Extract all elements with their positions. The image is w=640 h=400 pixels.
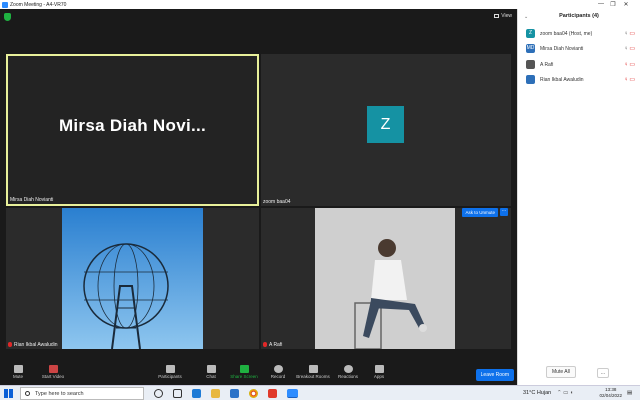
video-tile-mirsa[interactable]: Mirsa Diah Novi... Mirsa Diah Novianti xyxy=(6,54,259,206)
mic-video-status: ♀▭ xyxy=(624,61,636,68)
video-tile-zoom-baa04[interactable]: Z zoom baa04 xyxy=(261,54,511,206)
apps-button[interactable]: Apps xyxy=(359,365,399,379)
video-stage: View Mirsa Diah Novi... Mirsa Diah Novia… xyxy=(0,9,517,363)
panel-more-button[interactable]: ... xyxy=(596,368,609,378)
tile-display-name: Mirsa Diah Novi... xyxy=(58,116,207,135)
record-icon xyxy=(273,365,283,373)
muted-mic-icon xyxy=(263,342,267,347)
title-bar: Zoom Meeting - A4-VR70 — ❐ ✕ xyxy=(0,0,640,9)
record-button[interactable]: Record xyxy=(258,365,298,379)
view-button[interactable]: View xyxy=(494,13,512,19)
breakout-rooms-button[interactable]: Breakout Rooms xyxy=(293,365,333,379)
mic-video-status: ♀▭ xyxy=(624,76,636,83)
file-explorer-icon[interactable] xyxy=(211,389,220,398)
avatar: Z xyxy=(526,29,535,38)
video-off-icon: ▭ xyxy=(629,31,636,37)
minimize-button[interactable]: — xyxy=(596,1,606,7)
windows-start-icon[interactable] xyxy=(4,389,13,398)
avatar xyxy=(526,75,535,84)
clock[interactable]: 13:38 02/04/2022 xyxy=(599,387,622,399)
apps-icon xyxy=(374,365,384,373)
weather-status[interactable]: 31°C Hujan xyxy=(523,390,551,396)
notifications-icon[interactable]: ▤ xyxy=(627,390,632,396)
participants-panel: ⌄ Participants (4) Z zoom baa04 (Host, m… xyxy=(517,9,640,385)
zoom-taskbar-icon[interactable] xyxy=(287,389,298,398)
edge-icon[interactable] xyxy=(192,389,201,398)
close-button[interactable]: ✕ xyxy=(621,1,631,8)
leave-room-button[interactable]: Leave Room xyxy=(475,369,514,381)
chrome-icon[interactable] xyxy=(249,389,258,398)
video-feed-person xyxy=(315,208,455,349)
windows-taskbar: Type here to search 31°C Hujan ⌃ ▭ ◖ 13:… xyxy=(0,385,640,400)
ask-to-unmute-button[interactable]: Ask to Unmute xyxy=(462,208,498,217)
video-off-icon: ▭ xyxy=(629,62,636,68)
zoom-app-icon xyxy=(2,1,8,8)
video-off-icon xyxy=(48,365,58,373)
video-feed-tower xyxy=(62,208,203,349)
search-icon xyxy=(25,391,30,396)
cortana-icon[interactable] xyxy=(154,389,163,398)
participant-row[interactable]: Rian Ikbal Awaludin ♀▭ xyxy=(526,75,638,85)
participants-icon xyxy=(165,365,175,373)
panel-title: Participants (4) xyxy=(559,13,599,19)
video-tile-rian[interactable]: Rian Ikbal Awaludin xyxy=(6,208,259,349)
grid-view-icon xyxy=(494,14,500,18)
participant-name: Mirsa Diah Novianti xyxy=(540,46,584,52)
mute-all-button[interactable]: Mute All xyxy=(546,366,576,378)
mic-video-status: ♀▭ xyxy=(624,45,636,52)
participants-button[interactable]: Participants xyxy=(150,365,190,379)
participant-row[interactable]: Z zoom baa04 (Host, me) ♀▭ xyxy=(526,29,638,39)
participant-row[interactable]: A Rafi ♀▭ xyxy=(526,60,638,70)
window-title: Zoom Meeting - A4-VR70 xyxy=(10,1,67,8)
breakout-rooms-icon xyxy=(308,365,318,373)
mic-video-status: ♀▭ xyxy=(624,30,636,37)
participant-name: zoom baa04 (Host, me) xyxy=(540,31,593,37)
muted-mic-icon xyxy=(8,342,12,347)
participant-name: A Rafi xyxy=(540,62,554,68)
share-screen-icon xyxy=(239,365,249,373)
more-options-button[interactable]: ··· xyxy=(500,208,508,216)
tile-name-label: zoom baa04 xyxy=(263,199,291,205)
tile-name-label: A Rafi xyxy=(263,342,282,348)
avatar xyxy=(526,60,535,69)
meeting-toolbar: Mute Start Video Participants Chat Share… xyxy=(0,363,517,385)
video-off-icon: ▭ xyxy=(629,77,636,83)
task-view-icon[interactable] xyxy=(173,389,182,398)
tile-name-label: Rian Ikbal Awaludin xyxy=(8,342,58,348)
video-tile-rafi[interactable]: Ask to Unmute ··· A Rafi xyxy=(261,208,511,349)
reactions-icon xyxy=(343,365,353,373)
taskbar-search[interactable]: Type here to search xyxy=(20,387,144,400)
avatar: Z xyxy=(367,106,404,143)
maximize-button[interactable]: ❐ xyxy=(608,1,618,8)
chat-icon xyxy=(206,365,216,373)
video-off-icon: ▭ xyxy=(629,46,636,52)
security-shield-icon[interactable] xyxy=(4,13,11,21)
tray-icons[interactable]: ⌃ ▭ ◖ xyxy=(557,390,573,396)
search-placeholder: Type here to search xyxy=(35,391,84,397)
avatar: MD xyxy=(526,44,535,53)
tile-name-label: Mirsa Diah Novianti xyxy=(10,197,54,203)
participant-name: Rian Ikbal Awaludin xyxy=(540,77,584,83)
mail-icon[interactable] xyxy=(230,389,239,398)
start-video-button[interactable]: Start Video xyxy=(33,365,73,379)
microphone-icon xyxy=(13,365,23,373)
red-app-icon[interactable] xyxy=(268,389,277,398)
participant-row[interactable]: MD Mirsa Diah Novianti ♀▭ xyxy=(526,44,638,54)
